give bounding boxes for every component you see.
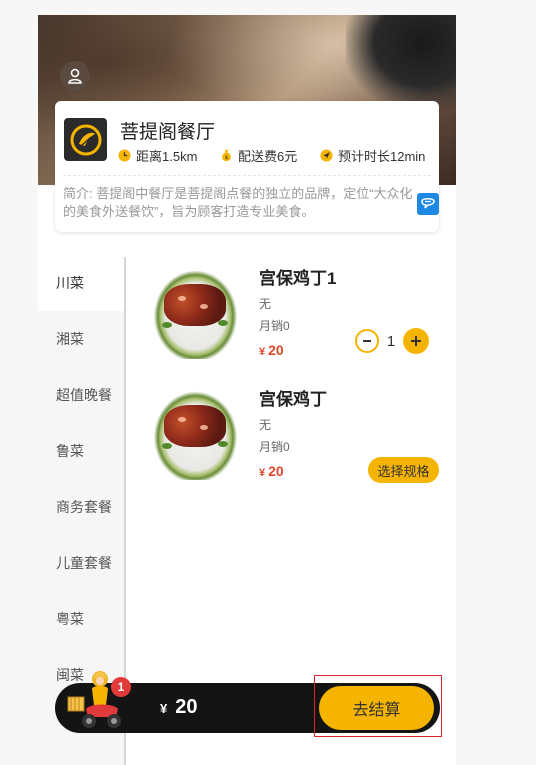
category-item-kids-set[interactable]: 儿童套餐 [38, 535, 126, 591]
app-screen: 菩提阁餐厅 距离1.5km $ 配送费6元 预计时长12min 简介: 菩提阁中… [38, 15, 456, 765]
clock-icon [118, 149, 131, 162]
dish-image [148, 264, 243, 359]
cart-total-value: 20 [175, 696, 198, 718]
shop-name: 菩提阁餐厅 [120, 122, 216, 143]
cart-total: ¥20 [160, 696, 197, 719]
currency-symbol: ¥ [160, 701, 168, 716]
category-item-chuan[interactable]: 川菜 [38, 255, 126, 311]
dish-price: ¥20 [259, 463, 284, 479]
cart-count-badge: 1 [111, 677, 131, 697]
delivery-rider-icon[interactable] [62, 665, 132, 733]
dish-monthly-sales: 月销0 [259, 440, 290, 454]
currency-symbol: ¥ [259, 346, 266, 358]
quantity-stepper: 1 [355, 328, 429, 354]
dish-monthly-sales: 月销0 [259, 319, 290, 333]
shop-intro: 简介: 菩提阁中餐厅是菩提阁点餐的独立的品牌，定位“大众化的美食外送餐饮”，旨为… [63, 186, 413, 219]
price-value: 20 [268, 342, 284, 358]
dish-image [148, 385, 243, 480]
distance-text: 距离1.5km [136, 149, 198, 164]
select-spec-button[interactable]: 选择规格 [368, 457, 439, 483]
highlight-box [314, 675, 442, 737]
card-divider [63, 175, 431, 176]
dish-card: 宫保鸡丁1 无 月销0 ¥20 1 [148, 264, 438, 360]
eta-text: 预计时长12min [338, 149, 426, 164]
dish-card: 宫保鸡丁 无 月销0 ¥20 选择规格 [148, 385, 439, 483]
money-bag-icon: $ [222, 149, 231, 161]
svg-text:$: $ [225, 155, 229, 161]
dish-description: 无 [259, 297, 272, 311]
dish-description: 无 [259, 418, 272, 432]
info-chat-icon[interactable] [417, 193, 439, 215]
navigation-arrow-icon [320, 149, 333, 162]
category-item-xiang[interactable]: 湘菜 [38, 311, 126, 367]
category-item-business-set[interactable]: 商务套餐 [38, 479, 126, 535]
minus-icon [363, 340, 371, 342]
plus-icon [411, 336, 421, 346]
dish-price: ¥20 [259, 342, 284, 358]
user-icon[interactable] [60, 61, 90, 91]
distance-info: 距离1.5km [118, 146, 197, 165]
shop-logo [64, 118, 107, 161]
quantity-value: 1 [386, 332, 396, 350]
increase-button[interactable] [403, 328, 429, 354]
dish-name: 宫保鸡丁 [259, 390, 327, 409]
category-item-value-dinner[interactable]: 超值晚餐 [38, 367, 126, 423]
price-value: 20 [268, 463, 284, 479]
delivery-fee-text: 配送费6元 [238, 149, 298, 164]
category-item-yue[interactable]: 粤菜 [38, 591, 126, 647]
dish-name: 宫保鸡丁1 [259, 269, 337, 288]
shop-info-card: 菩提阁餐厅 距离1.5km $ 配送费6元 预计时长12min 简介: 菩提阁中… [55, 101, 439, 232]
currency-symbol: ¥ [259, 467, 266, 479]
eta-info: 预计时长12min [320, 146, 425, 165]
delivery-fee-info: $ 配送费6元 [220, 146, 297, 165]
decrease-button[interactable] [355, 329, 379, 353]
category-item-lu[interactable]: 鲁菜 [38, 423, 126, 479]
